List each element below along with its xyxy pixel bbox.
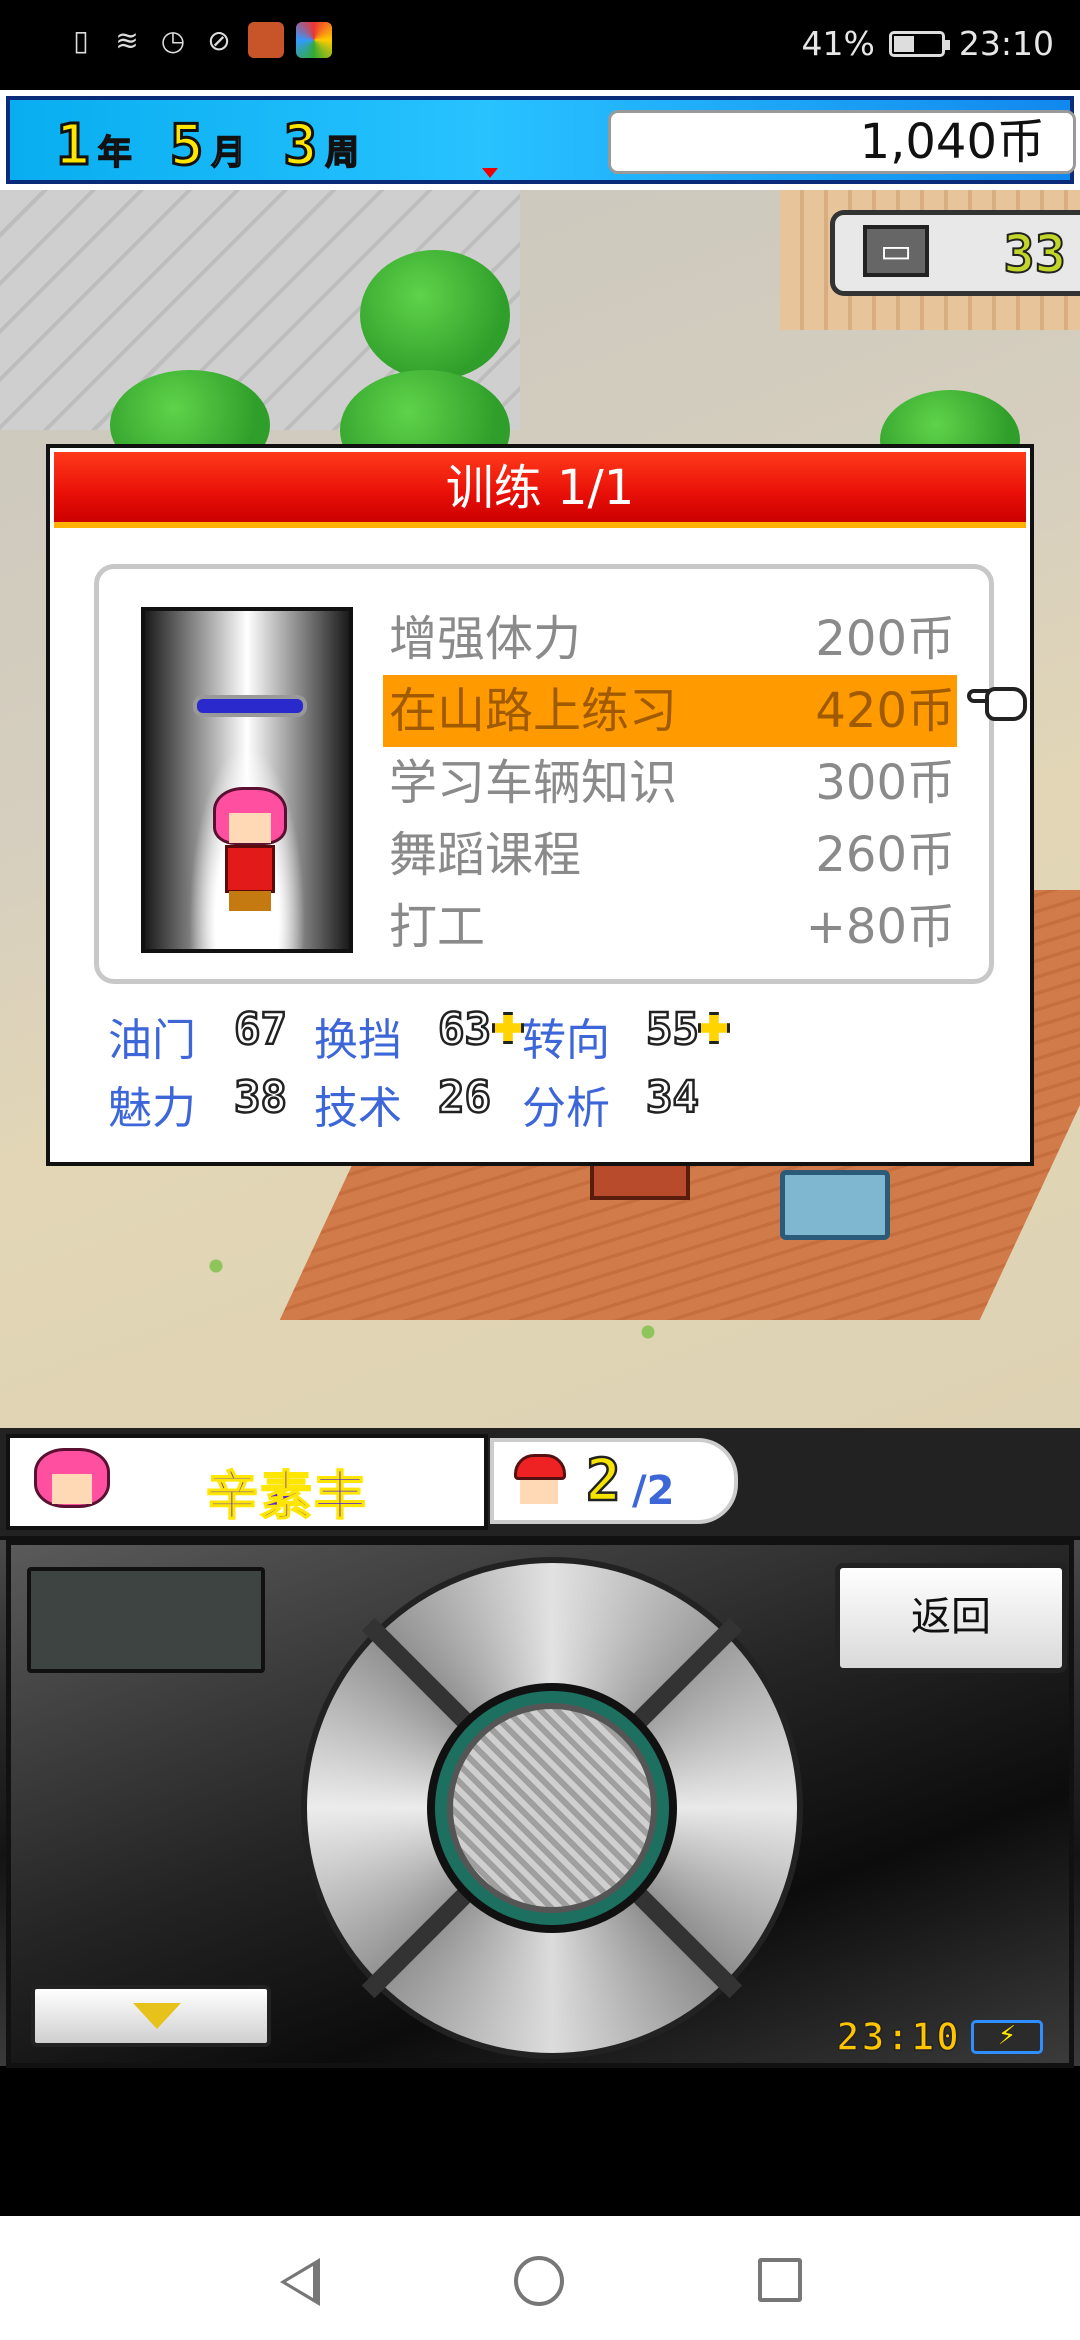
counter-value: 33: [1002, 224, 1067, 286]
stat-boost-plus-icon: [492, 1012, 524, 1044]
notification-icon: ▯: [73, 23, 89, 57]
facility-counter[interactable]: ▭ 33: [830, 210, 1080, 296]
training-option[interactable]: 打工 +80币: [383, 891, 983, 963]
game-date[interactable]: 1 年 5 月 3 周: [55, 113, 389, 178]
system-status-bar: ▯ ≋ ◷ ⊘ 41% 23:10: [0, 0, 1080, 90]
training-dialog: 训练 1/1 增强体力 200币 在山路上练习 420币 学习车辆知识 300币…: [46, 444, 1034, 1166]
lcd-screen: [27, 1567, 265, 1673]
status-right: 41% 23:10: [802, 24, 1054, 63]
stat-label-analysis: 分析: [522, 1083, 610, 1134]
stat-value-analysis: 34: [645, 1071, 700, 1125]
progress-bar: [193, 695, 307, 717]
training-option-selected[interactable]: 在山路上练习 420币: [383, 675, 1027, 747]
controller-panel: 返回 23:10 ⚡: [0, 1536, 1080, 2068]
option-label: 在山路上练习: [389, 683, 678, 739]
charging-battery-icon: ⚡: [971, 2020, 1043, 2054]
nav-recents-icon[interactable]: [758, 2258, 802, 2302]
grass: [0, 1178, 1080, 1398]
training-options-list: 增强体力 200币 在山路上练习 420币 学习车辆知识 300币 舞蹈课程 2…: [383, 603, 1027, 963]
week-number: 3: [282, 113, 319, 178]
nav-back-icon[interactable]: [280, 2258, 320, 2306]
browser-app-icon: [296, 22, 332, 58]
stat-value-shifting: 63: [437, 1003, 492, 1057]
date-dropdown-arrow-icon[interactable]: [482, 168, 498, 178]
character-portrait: [141, 607, 353, 953]
year-number: 1: [55, 113, 92, 178]
alarm-icon: ◷: [160, 23, 186, 57]
training-panel: 增强体力 200币 在山路上练习 420币 学习车辆知识 300币 舞蹈课程 2…: [94, 564, 1027, 984]
option-price: +80币: [805, 899, 955, 955]
option-label: 打工: [389, 899, 486, 955]
option-label: 增强体力: [389, 611, 582, 667]
option-price: 260币: [815, 827, 955, 883]
training-option[interactable]: 舞蹈课程 260币: [383, 819, 983, 891]
controller-frame: 返回 23:10 ⚡: [6, 1540, 1074, 2068]
system-navigation-bar: [0, 2216, 1080, 2340]
tree: [360, 250, 510, 380]
back-button[interactable]: 返回: [835, 1563, 1067, 1673]
wifi-icon: ≋: [115, 23, 139, 57]
menu-down-button[interactable]: [31, 1985, 271, 2047]
training-option[interactable]: 学习车辆知识 300币: [383, 747, 983, 819]
option-price: 200币: [815, 611, 955, 667]
status-time: 23:10: [958, 24, 1054, 63]
stat-label-shifting: 换挡: [314, 1015, 402, 1066]
mute-icon: ⊘: [207, 23, 231, 57]
dialog-title: 训练 1/1: [54, 452, 1026, 528]
stat-value-steering: 55: [645, 1003, 700, 1057]
racer-avatar-icon: [508, 1454, 568, 1510]
stat-value-throttle: 67: [233, 1003, 288, 1057]
racer-count-tab[interactable]: 2 /2: [490, 1438, 738, 1524]
character-sprite: [207, 787, 293, 911]
option-label: 学习车辆知识: [389, 755, 678, 811]
date-money-bar: 1 年 5 月 3 周 1,040币: [6, 96, 1076, 184]
racer-count: 2: [585, 1445, 622, 1516]
training-option[interactable]: 增强体力 200币: [383, 603, 983, 675]
character-avatar: [34, 1448, 110, 1520]
nav-home-icon[interactable]: [514, 2256, 564, 2306]
year-unit: 年: [97, 132, 133, 174]
stat-value-charm: 38: [233, 1071, 288, 1125]
stat-boost-plus-icon: [698, 1012, 730, 1044]
character-bar: 辛素丰 2 /2: [0, 1428, 1080, 1536]
stat-label-technique: 技术: [314, 1083, 402, 1134]
pointer-hand-icon: [967, 679, 1037, 727]
week-unit: 周: [324, 132, 360, 174]
clock-time: 23:10: [836, 2014, 961, 2060]
selected-character-tab[interactable]: 辛素丰: [6, 1434, 488, 1530]
battery-percent: 41%: [801, 24, 875, 63]
stat-label-charm: 魅力: [108, 1083, 196, 1134]
confirm-center-button[interactable]: [447, 1703, 657, 1913]
battery-icon: [888, 30, 950, 57]
month-number: 5: [168, 113, 205, 178]
stat-label-throttle: 油门: [108, 1015, 196, 1066]
option-label: 舞蹈课程: [389, 827, 582, 883]
stat-label-steering: 转向: [522, 1015, 610, 1066]
character-name: 辛素丰: [205, 1466, 369, 1528]
option-price: 420币: [815, 683, 955, 739]
month-unit: 月: [211, 132, 247, 174]
stat-value-technique: 26: [437, 1071, 492, 1125]
game-top-bar: 1 年 5 月 3 周 1,040币: [0, 90, 1080, 190]
computer-icon: ▭: [863, 225, 929, 277]
status-icons: ▯ ≋ ◷ ⊘: [64, 22, 332, 58]
racer-total: /2: [632, 1468, 675, 1514]
money-display: 1,040币: [608, 110, 1076, 174]
option-price: 300币: [815, 755, 955, 811]
game-app-icon: [248, 22, 284, 58]
directional-pad[interactable]: [301, 1557, 803, 2059]
in-game-clock: 23:10 ⚡: [836, 2014, 1043, 2060]
down-arrow-icon: [133, 2003, 181, 2029]
